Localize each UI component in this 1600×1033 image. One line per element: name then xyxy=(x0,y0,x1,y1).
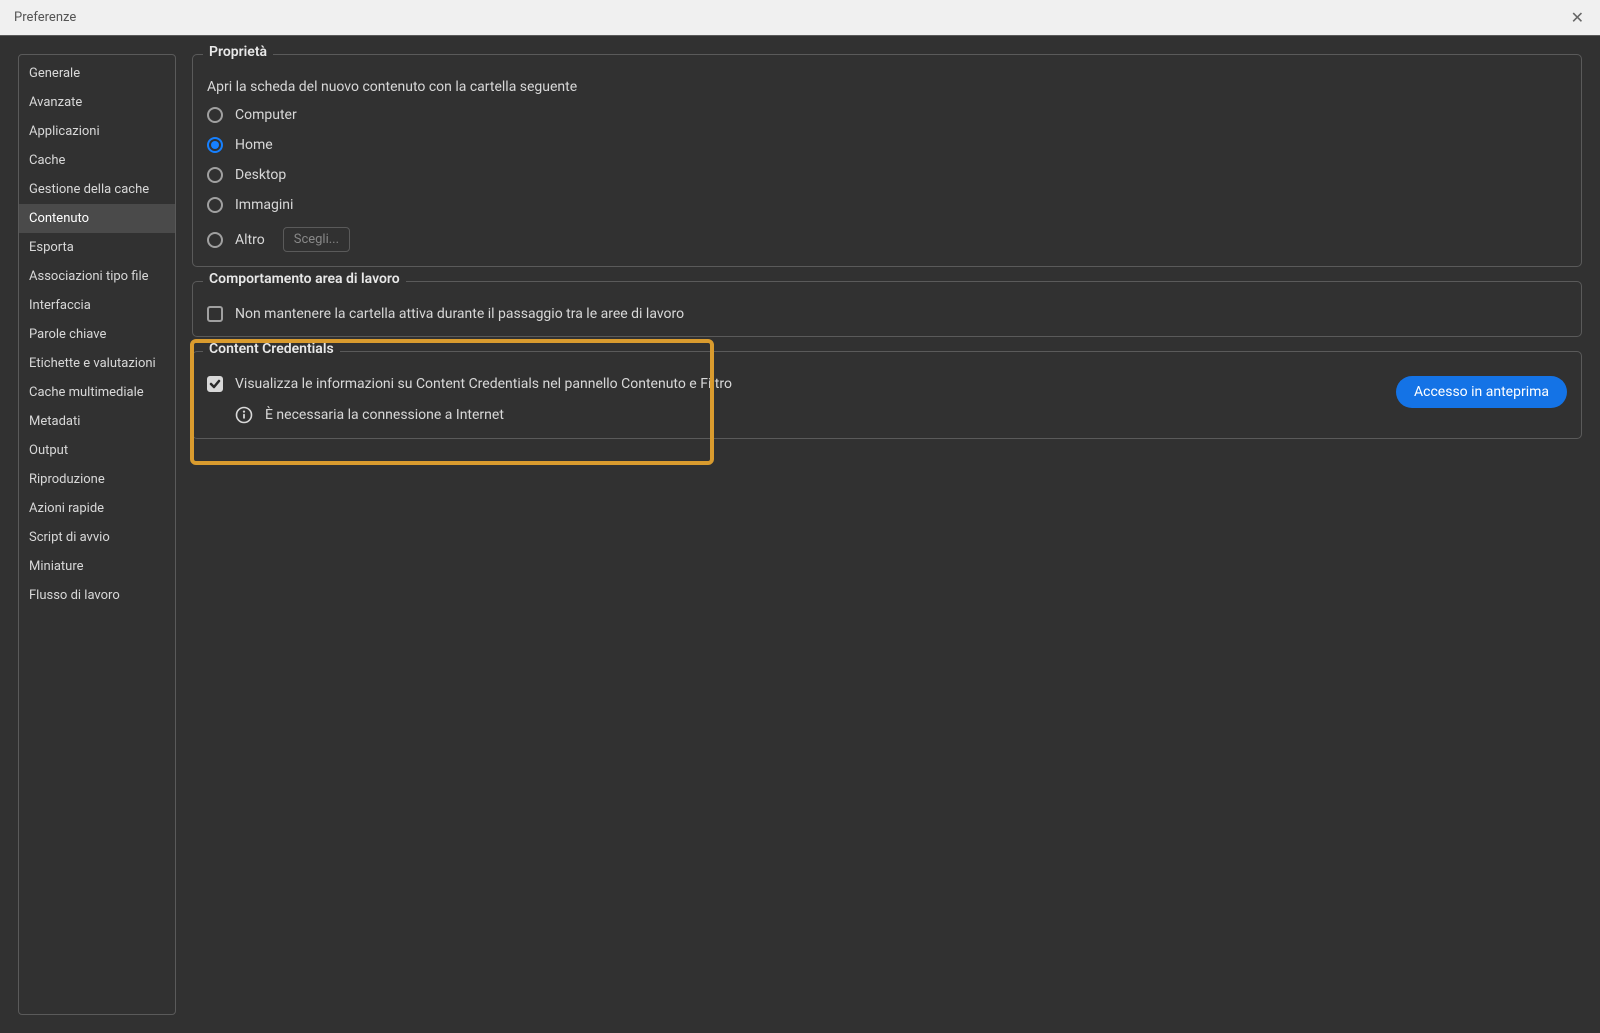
radio-label: Home xyxy=(235,137,273,153)
properties-group: Proprietà Apri la scheda del nuovo conte… xyxy=(192,54,1582,267)
workspace-checkbox-row[interactable]: Non mantenere la cartella attiva durante… xyxy=(207,306,1567,322)
window-titlebar: Preferenze ✕ xyxy=(0,0,1600,36)
radio-label: Altro xyxy=(235,232,265,248)
workspace-title: Comportamento area di lavoro xyxy=(203,271,406,287)
sidebar-item-gestione-della-cache[interactable]: Gestione della cache xyxy=(19,175,175,204)
preview-access-button[interactable]: Accesso in anteprima xyxy=(1396,376,1567,408)
preferences-sidebar: GeneraleAvanzateApplicazioniCacheGestion… xyxy=(18,54,176,1015)
radio-icon xyxy=(207,197,223,213)
radio-option-desktop[interactable]: Desktop xyxy=(207,167,1567,183)
sidebar-item-cache-multimediale[interactable]: Cache multimediale xyxy=(19,378,175,407)
sidebar-item-applicazioni[interactable]: Applicazioni xyxy=(19,117,175,146)
content-credentials-title: Content Credentials xyxy=(203,341,340,357)
checkbox-icon xyxy=(207,376,223,392)
radio-label: Desktop xyxy=(235,167,286,183)
sidebar-item-azioni-rapide[interactable]: Azioni rapide xyxy=(19,494,175,523)
properties-subtitle: Apri la scheda del nuovo contenuto con l… xyxy=(207,79,1567,95)
sidebar-item-riproduzione[interactable]: Riproduzione xyxy=(19,465,175,494)
content-credentials-info-text: È necessaria la connessione a Internet xyxy=(265,407,504,423)
sidebar-item-associazioni-tipo-file[interactable]: Associazioni tipo file xyxy=(19,262,175,291)
sidebar-item-cache[interactable]: Cache xyxy=(19,146,175,175)
workspace-group: Comportamento area di lavoro Non mantene… xyxy=(192,281,1582,337)
radio-label: Computer xyxy=(235,107,297,123)
content-credentials-checkbox-label: Visualizza le informazioni su Content Cr… xyxy=(235,376,732,392)
sidebar-item-flusso-di-lavoro[interactable]: Flusso di lavoro xyxy=(19,581,175,610)
radio-option-altro[interactable]: Altro Scegli... xyxy=(207,227,1567,252)
content-credentials-checkbox-row[interactable]: Visualizza le informazioni su Content Cr… xyxy=(207,376,732,392)
sidebar-item-output[interactable]: Output xyxy=(19,436,175,465)
radio-icon xyxy=(207,107,223,123)
checkbox-icon xyxy=(207,306,223,322)
sidebar-item-avanzate[interactable]: Avanzate xyxy=(19,88,175,117)
radio-option-immagini[interactable]: Immagini xyxy=(207,197,1567,213)
sidebar-item-script-di-avvio[interactable]: Script di avvio xyxy=(19,523,175,552)
content-credentials-info-row: È necessaria la connessione a Internet xyxy=(235,406,732,424)
sidebar-item-contenuto[interactable]: Contenuto xyxy=(19,204,175,233)
close-icon[interactable]: ✕ xyxy=(1565,4,1590,31)
sidebar-item-interfaccia[interactable]: Interfaccia xyxy=(19,291,175,320)
sidebar-item-parole-chiave[interactable]: Parole chiave xyxy=(19,320,175,349)
properties-title: Proprietà xyxy=(203,44,273,60)
info-icon xyxy=(235,406,253,424)
browse-button[interactable]: Scegli... xyxy=(283,227,350,252)
sidebar-item-esporta[interactable]: Esporta xyxy=(19,233,175,262)
sidebar-item-generale[interactable]: Generale xyxy=(19,59,175,88)
radio-icon xyxy=(207,167,223,183)
sidebar-item-metadati[interactable]: Metadati xyxy=(19,407,175,436)
window-title: Preferenze xyxy=(14,10,76,25)
sidebar-item-miniature[interactable]: Miniature xyxy=(19,552,175,581)
radio-option-home[interactable]: Home xyxy=(207,137,1567,153)
content-credentials-group: Content Credentials Visualizza le inform… xyxy=(192,351,1582,439)
sidebar-item-etichette-e-valutazioni[interactable]: Etichette e valutazioni xyxy=(19,349,175,378)
radio-option-computer[interactable]: Computer xyxy=(207,107,1567,123)
radio-icon xyxy=(207,137,223,153)
radio-icon xyxy=(207,232,223,248)
workspace-checkbox-label: Non mantenere la cartella attiva durante… xyxy=(235,306,684,322)
radio-label: Immagini xyxy=(235,197,293,213)
